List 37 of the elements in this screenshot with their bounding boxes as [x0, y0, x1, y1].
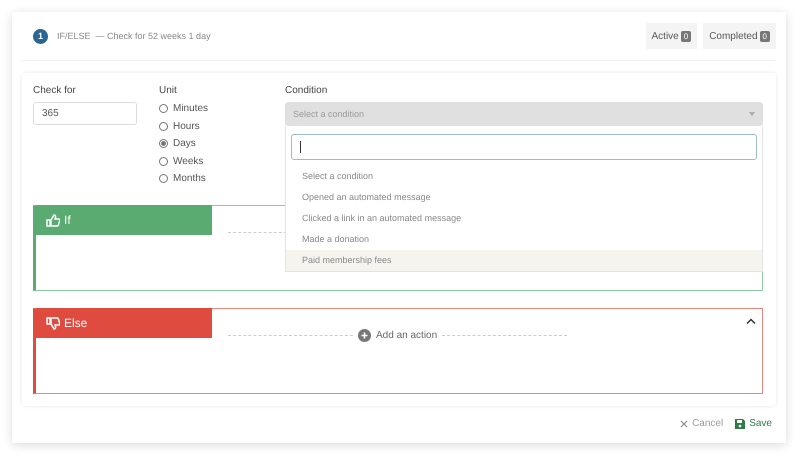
thumbs-down-icon — [46, 316, 60, 330]
cancel-button[interactable]: Cancel — [680, 418, 724, 429]
radio-label: Months — [173, 173, 206, 184]
collapse-icon[interactable] — [746, 318, 756, 324]
radio-button[interactable] — [159, 104, 168, 114]
dropdown-option[interactable]: Made a donation — [286, 229, 762, 250]
add-action-link[interactable]: Add an action — [376, 330, 438, 340]
counter-button[interactable]: Completed 0 — [703, 23, 776, 49]
radio-label: Weeks — [173, 156, 204, 167]
condition-select[interactable]: Select a condition — [285, 102, 763, 126]
branch-header[interactable]: Else — [36, 308, 212, 338]
radio-button[interactable] — [159, 156, 168, 166]
field-label: Unit — [159, 85, 178, 96]
dropdown-option[interactable]: Clicked a link in an automated message — [286, 208, 762, 229]
radio-label: Minutes — [173, 103, 208, 114]
radio-button[interactable] — [159, 174, 168, 184]
radio-button[interactable] — [159, 122, 168, 131]
field-label: Check for — [33, 85, 77, 96]
dropdown-option[interactable]: Select a condition — [286, 166, 762, 187]
radio-label: Days — [173, 138, 196, 150]
step-title: IF/ELSE — [57, 31, 91, 41]
field-label: Condition — [285, 85, 328, 96]
plus-circle-icon — [358, 328, 371, 342]
caret-icon — [749, 112, 755, 116]
counter-button[interactable]: Active 0 — [646, 23, 698, 49]
branch-header[interactable]: If — [36, 205, 212, 235]
dropdown-option[interactable]: Opened an automated message — [286, 187, 762, 208]
save-button[interactable]: Save — [735, 418, 772, 429]
thumbs-up-icon — [46, 214, 60, 226]
radio-label: Hours — [173, 120, 200, 132]
radio-button[interactable] — [159, 139, 168, 148]
check-for-field[interactable]: 365 — [33, 102, 137, 125]
step-summary: — Check for 52 weeks 1 day — [96, 31, 211, 41]
dropdown-option[interactable]: Paid membership fees — [286, 250, 762, 271]
step-badge: 1 — [33, 28, 48, 44]
close-icon — [680, 420, 688, 428]
search-field[interactable] — [291, 134, 757, 160]
